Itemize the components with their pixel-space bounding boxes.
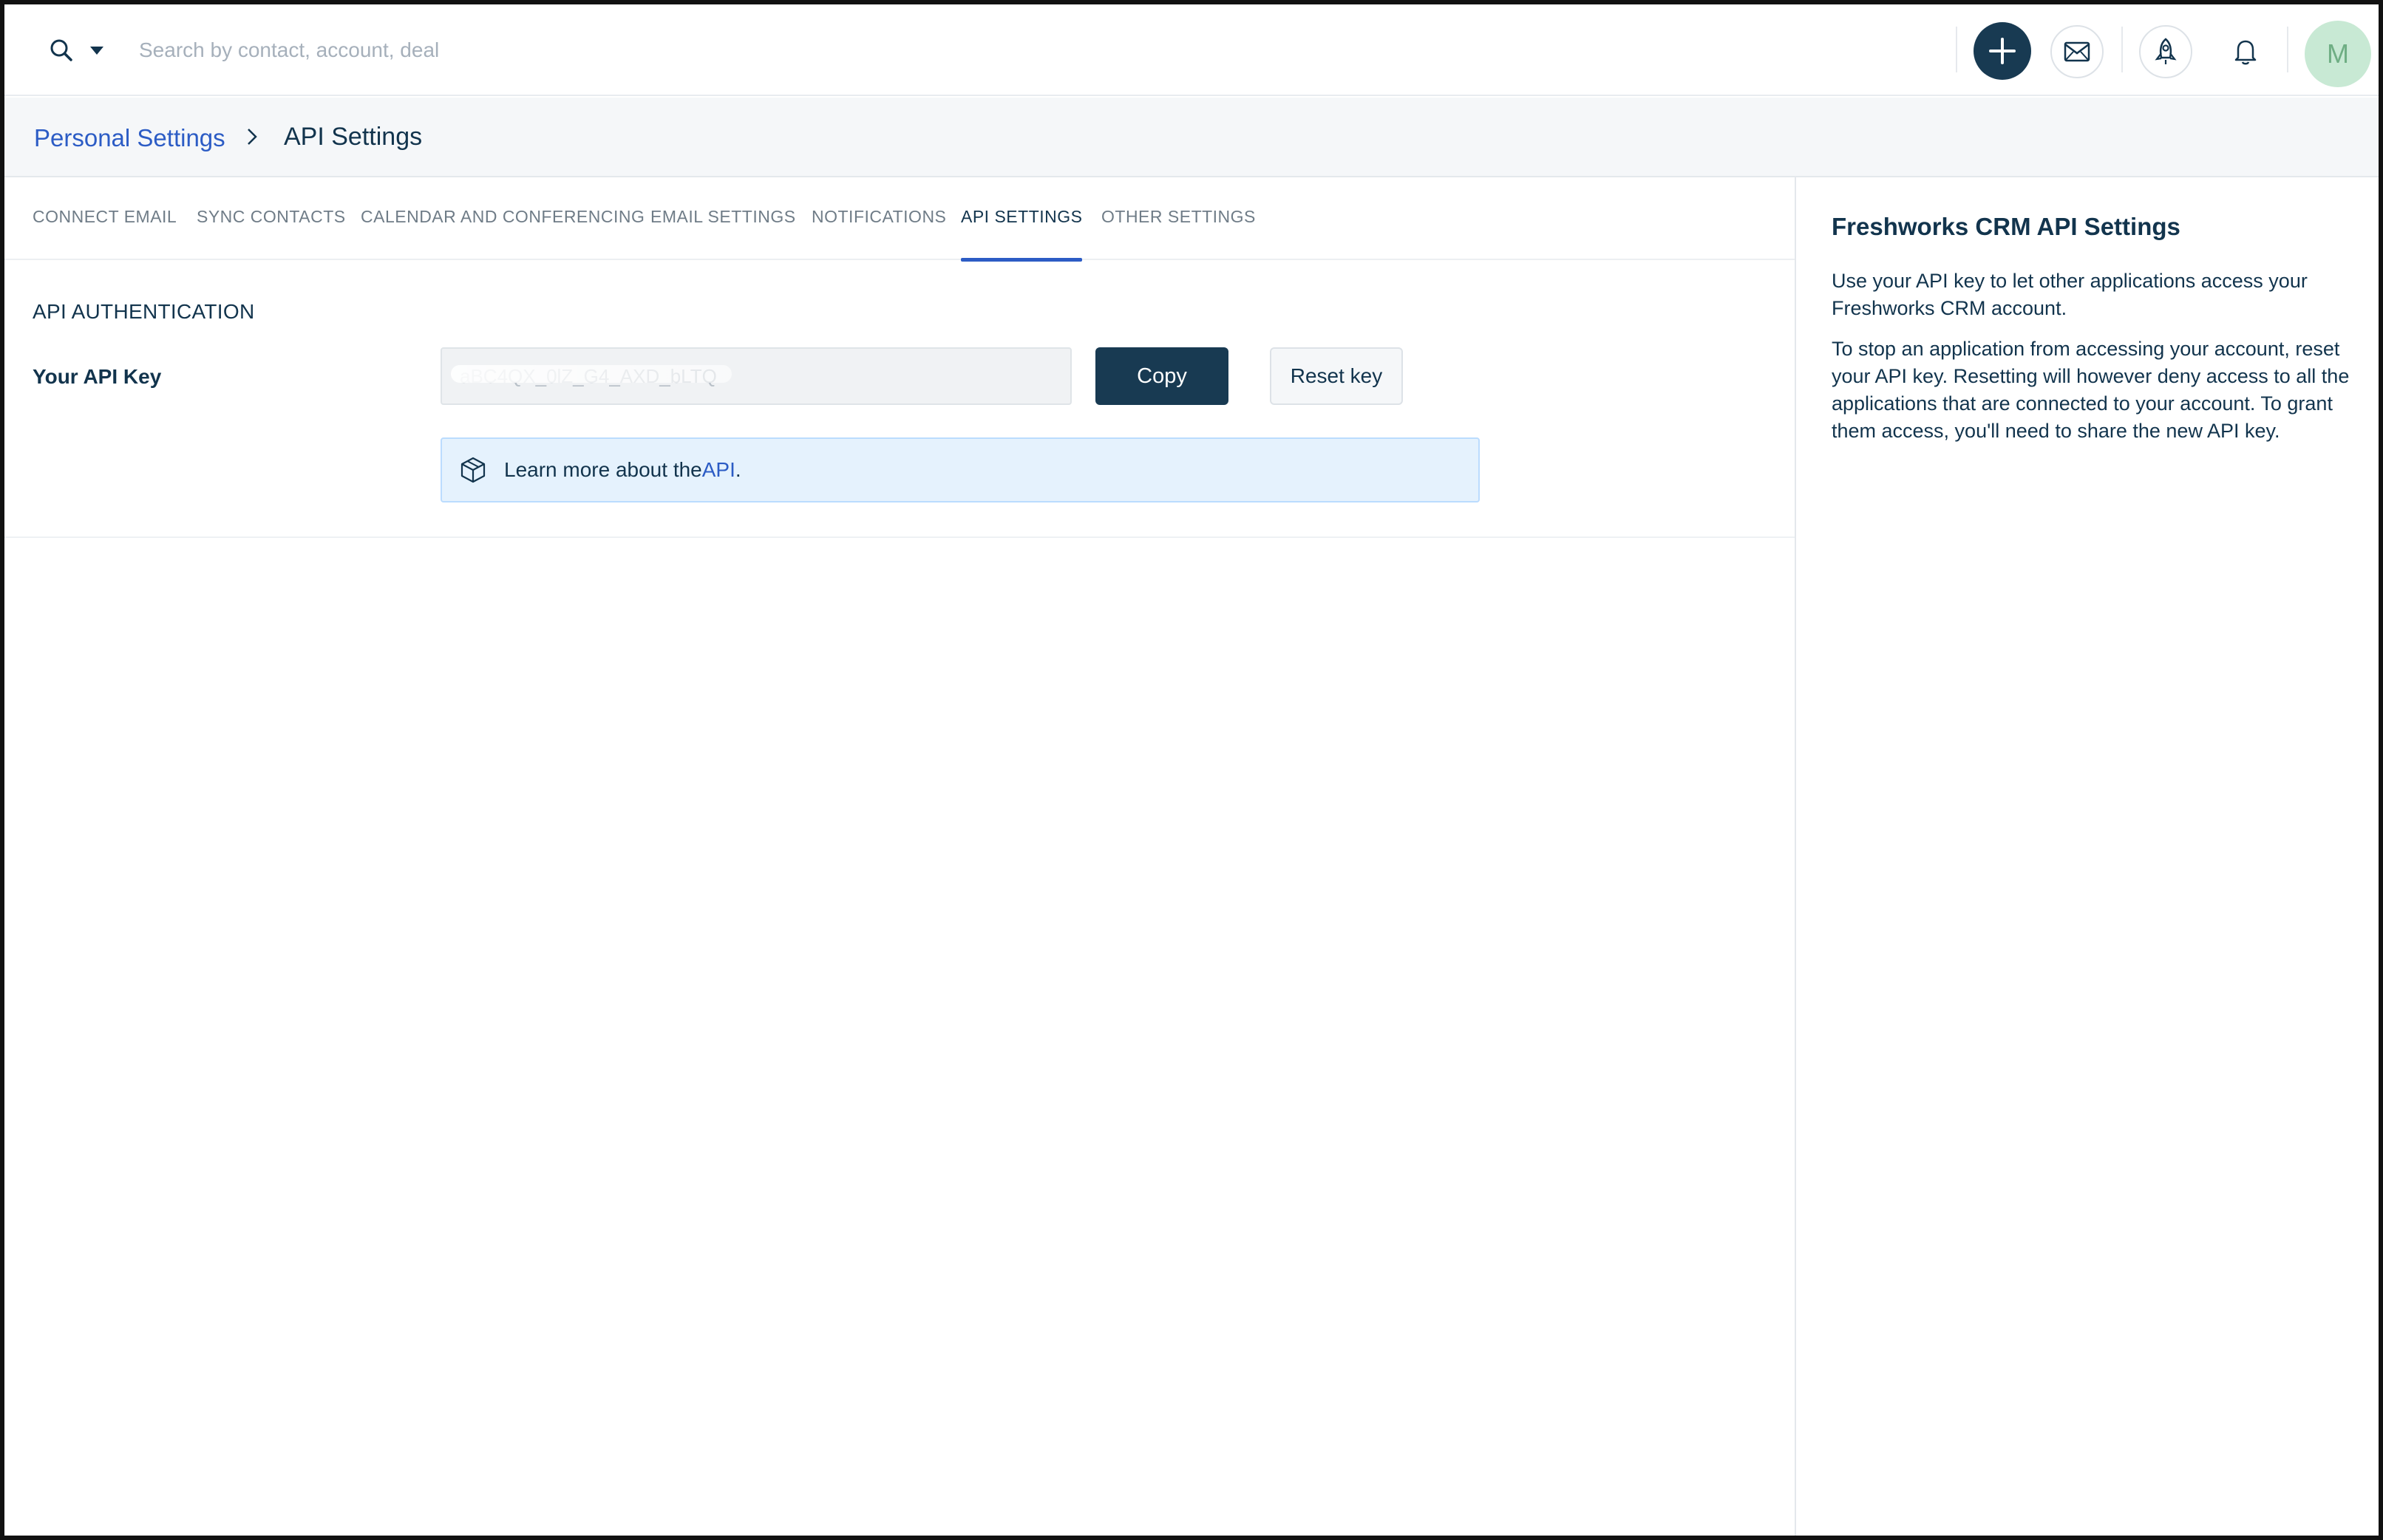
chevron-right-icon	[248, 129, 257, 145]
api-key-label: Your API Key	[33, 365, 162, 388]
tab-api-settings[interactable]: API SETTINGS	[961, 207, 1083, 262]
mail-icon	[2064, 41, 2090, 62]
tab-other-settings[interactable]: OTHER SETTINGS	[1101, 207, 1256, 260]
plus-icon	[1989, 38, 2016, 64]
info-text-suffix: .	[735, 458, 741, 481]
rocket-icon	[2155, 38, 2177, 64]
toolbar-divider	[1956, 27, 1957, 72]
tab-calendar-and-conferencing[interactable]: CALENDAR AND CONFERENCING	[361, 207, 645, 260]
app-window: M Personal Settings API Settings CONNECT…	[0, 0, 2383, 1540]
copy-button[interactable]: Copy	[1095, 347, 1228, 405]
search-icon	[47, 35, 77, 65]
search-scope-toggle[interactable]	[47, 30, 103, 71]
tab-email-settings[interactable]: EMAIL SETTINGS	[650, 207, 796, 260]
api-key-redaction	[451, 365, 732, 383]
add-new-button[interactable]	[1974, 22, 2031, 80]
avatar[interactable]: M	[2305, 21, 2371, 87]
reset-key-button[interactable]: Reset key	[1270, 347, 1403, 405]
toolbar-divider	[2121, 27, 2123, 72]
info-banner: Learn more about the API .	[441, 437, 1480, 502]
help-paragraph-1: Use your API key to let other applicatio…	[1832, 270, 2308, 319]
search-input[interactable]	[139, 30, 804, 71]
page-title: API Settings	[284, 123, 423, 151]
tab-connect-email[interactable]: CONNECT EMAIL	[33, 207, 177, 260]
bell-icon	[2234, 40, 2257, 65]
settings-tabs: CONNECT EMAIL SYNC CONTACTS CALENDAR AND…	[4, 177, 1795, 262]
breadcrumb-personal-settings[interactable]: Personal Settings	[34, 124, 225, 152]
info-text: Learn more about the	[504, 458, 702, 481]
api-docs-link[interactable]: API	[702, 458, 735, 482]
help-title: Freshworks CRM API Settings	[1832, 213, 2180, 240]
package-icon	[460, 457, 486, 483]
main-content: CONNECT EMAIL SYNC CONTACTS CALENDAR AND…	[4, 177, 1796, 1536]
chevron-down-icon	[90, 46, 103, 55]
section-divider	[4, 536, 1795, 538]
top-bar: M	[4, 4, 2379, 96]
email-button[interactable]	[2050, 25, 2104, 78]
breadcrumb: Personal Settings API Settings	[4, 98, 2379, 177]
help-panel: Freshworks CRM API Settings Use your API…	[1798, 177, 2379, 1536]
toolbar-divider	[2287, 27, 2288, 72]
launchpad-button[interactable]	[2139, 25, 2192, 78]
tab-notifications[interactable]: NOTIFICATIONS	[812, 207, 946, 260]
notifications-button[interactable]	[2219, 25, 2272, 78]
help-paragraph-2: To stop an application from accessing yo…	[1832, 338, 2350, 442]
tab-sync-contacts[interactable]: SYNC CONTACTS	[197, 207, 346, 260]
section-title: API AUTHENTICATION	[33, 300, 255, 323]
